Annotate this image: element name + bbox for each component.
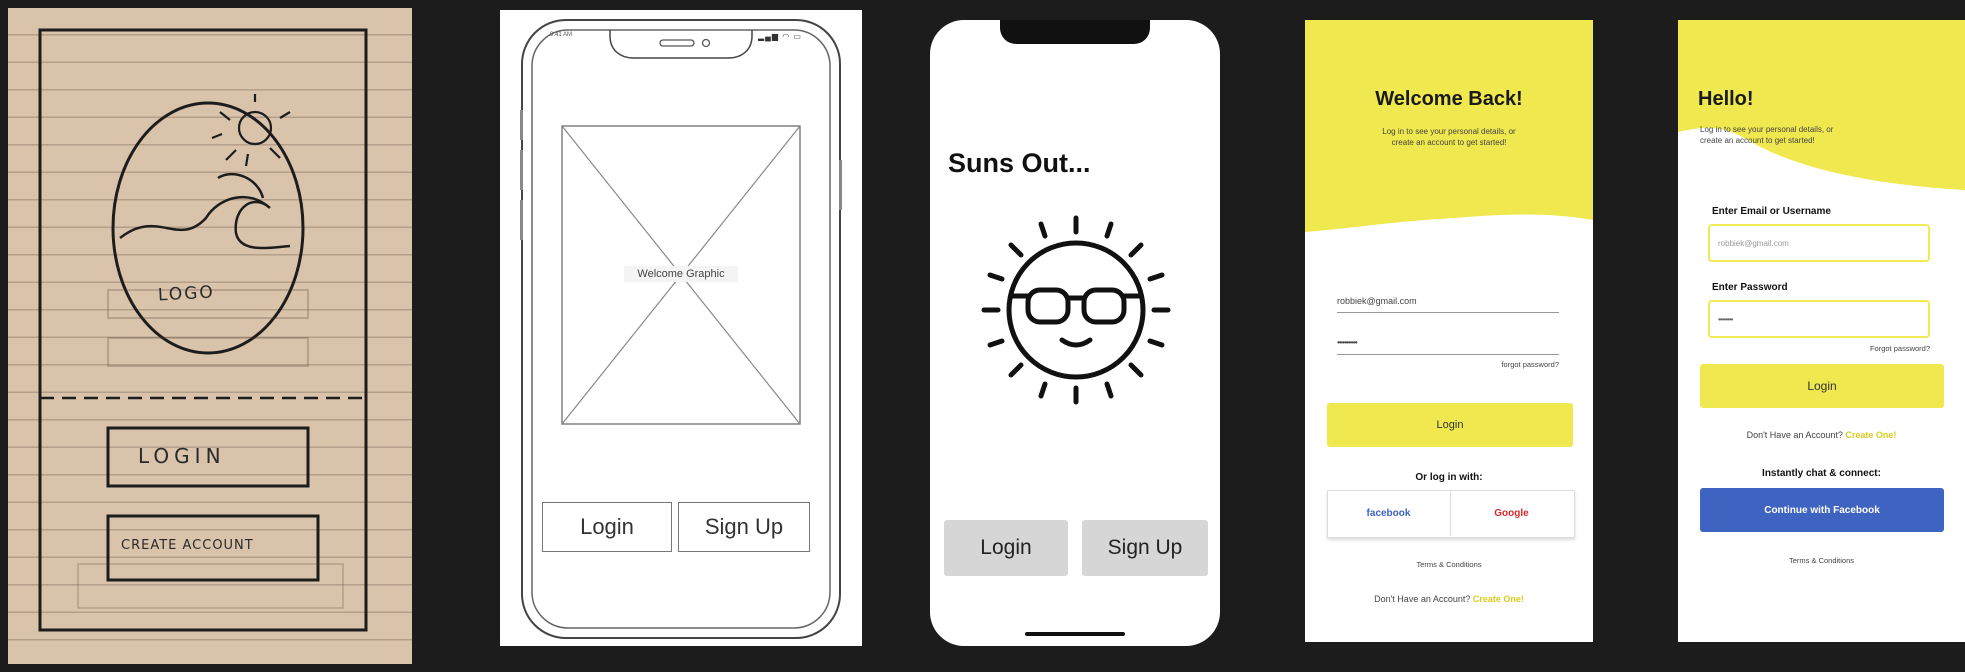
welcome-subtitle-2: create an account to get started! [1391,138,1507,147]
hello-email-input[interactable]: robbiek@gmail.com [1708,224,1930,262]
welcome-forgot-link[interactable]: forgot password? [1465,360,1559,369]
email-field-label: Enter Email or Username [1712,206,1831,217]
notch-icon [609,30,753,59]
suns-signup-button[interactable]: Sign Up [1082,520,1208,576]
no-account-text: Don't Have an Account? [1746,430,1843,440]
hello-terms-link[interactable]: Terms & Conditions [1678,556,1965,565]
welcome-subtitle-1: Log in to see your personal details, or [1382,127,1516,136]
hello-signup-row: Don't Have an Account? Create One! [1678,430,1965,440]
welcome-login-button[interactable]: Login [1327,403,1573,447]
wireframe-panel: 9:41 AM ▂▄▆ ◠ ▭ Welcome Graphic Login Si… [500,10,862,646]
welcome-signup-row: Don't Have an Account? Create One! [1305,594,1593,604]
or-login-label: Or log in with: [1415,472,1483,483]
home-indicator [1025,632,1125,636]
welcome-back-panel: Welcome Back! Log in to see your persona… [1305,20,1593,642]
suns-login-button[interactable]: Login [944,520,1068,576]
create-account-link[interactable]: Create One! [1473,594,1524,604]
welcome-terms-link[interactable]: Terms & Conditions [1305,560,1593,569]
create-account-link[interactable]: Create One! [1845,430,1896,440]
suns-out-panel: Suns Out... Login Sign Up [930,20,1220,646]
wireframe-signup-button[interactable]: Sign Up [678,502,810,552]
sun-sunglasses-icon [981,215,1171,405]
suns-title: Suns Out... [948,148,1091,178]
password-field-label: Enter Password [1712,282,1788,293]
hello-password-input[interactable]: •••••••• [1708,300,1930,338]
hello-subtitle-2: create an account to get started! [1700,136,1815,145]
hello-panel: Hello! Log in to see your personal detai… [1678,20,1965,642]
sketch-panel: LOGO LOGIN CREATE ACCOUNT [8,8,412,664]
sketch-drawing [38,28,368,632]
welcome-email-input[interactable]: robbiek@gmail.com [1337,296,1559,313]
hello-title: Hello! [1698,88,1754,110]
status-time: 9:41 AM [550,32,573,38]
notch-icon [1000,20,1150,44]
instant-chat-label: Instantly chat & connect: [1762,468,1881,479]
no-account-text: Don't Have an Account? [1374,594,1471,604]
hello-subtitle-1: Log in to see your personal details, or [1700,125,1834,134]
wave-logo-sketch [119,172,291,250]
hello-login-button[interactable]: Login [1700,364,1944,408]
google-login-button[interactable]: Google [1450,490,1573,536]
continue-facebook-button[interactable]: Continue with Facebook [1700,488,1944,532]
sketch-login-label: LOGIN [138,444,226,468]
hello-forgot-link[interactable]: Forgot password? [1838,344,1930,353]
welcome-password-input[interactable]: ••••••••••• [1337,338,1559,355]
facebook-login-button[interactable]: facebook [1327,490,1451,536]
status-bar-icons: ▂▄▆ ◠ ▭ [758,32,802,41]
welcome-graphic-label: Welcome Graphic [624,266,738,282]
welcome-title: Welcome Back! [1375,88,1523,110]
sketch-logo-label: LOGO [157,282,216,306]
wireframe-login-button[interactable]: Login [542,502,672,552]
sketch-create-label: CREATE ACCOUNT [121,538,254,553]
